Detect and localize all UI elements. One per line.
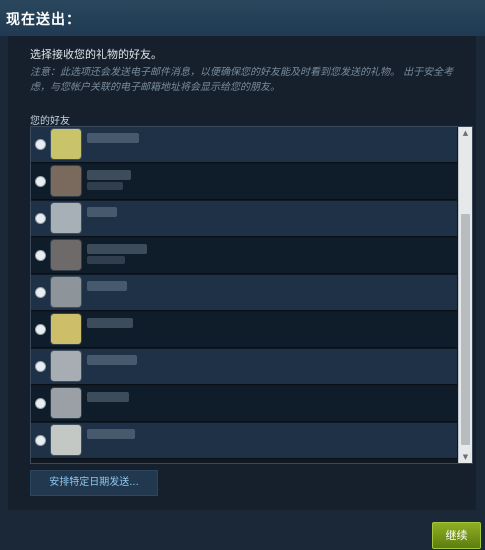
friend-row[interactable]: [31, 423, 457, 459]
friend-avatar: [51, 425, 81, 455]
friends-list-scrollbar[interactable]: ▲ ▼: [458, 127, 472, 463]
friend-radio-button[interactable]: [35, 139, 46, 150]
friend-row[interactable]: [31, 238, 457, 274]
friend-avatar: [51, 277, 81, 307]
scrollbar-thumb[interactable]: [461, 214, 470, 445]
friend-avatar: [51, 203, 81, 233]
scroll-down-arrow-icon[interactable]: ▼: [459, 451, 472, 463]
friend-status-obscured: [87, 182, 123, 190]
friend-name-obscured: [87, 244, 147, 254]
friend-name-obscured: [87, 170, 131, 180]
scroll-up-arrow-icon[interactable]: ▲: [459, 127, 472, 139]
friend-radio-button[interactable]: [35, 361, 46, 372]
friend-radio-button[interactable]: [35, 287, 46, 298]
friend-radio-button[interactable]: [35, 250, 46, 261]
friend-radio-button[interactable]: [35, 176, 46, 187]
friend-radio-button[interactable]: [35, 435, 46, 446]
friend-radio-button[interactable]: [35, 213, 46, 224]
instruction-title: 选择接收您的礼物的好友。: [30, 48, 162, 61]
schedule-date-button[interactable]: 安排特定日期发送...: [30, 470, 158, 496]
friend-avatar: [51, 388, 81, 418]
friend-row[interactable]: [31, 349, 457, 385]
friend-row[interactable]: [31, 275, 457, 311]
page-header: 现在送出：: [0, 0, 485, 36]
friend-row[interactable]: [31, 386, 457, 422]
friend-name-obscured: [87, 133, 139, 143]
friends-list[interactable]: ▲ ▼: [30, 126, 473, 464]
friend-status-obscured: [87, 256, 125, 264]
friend-name-obscured: [87, 355, 137, 365]
friend-avatar: [51, 166, 81, 196]
friend-row[interactable]: [31, 201, 457, 237]
continue-button[interactable]: 继续: [432, 522, 481, 549]
friend-name-obscured: [87, 281, 127, 291]
friend-avatar: [51, 129, 81, 159]
friend-row[interactable]: [31, 164, 457, 200]
page-title: 现在送出：: [6, 12, 81, 28]
instruction-note: 注意：此选项还会发送电子邮件消息，以便确保您的好友能及时看到您发送的礼物。 出于…: [30, 67, 454, 93]
friend-name-obscured: [87, 429, 135, 439]
friend-avatar: [51, 240, 81, 270]
friend-name-obscured: [87, 207, 117, 217]
friend-avatar: [51, 314, 81, 344]
friend-radio-button[interactable]: [35, 398, 46, 409]
friend-row[interactable]: [31, 312, 457, 348]
gift-recipient-panel: 选择接收您的礼物的好友。 注意：此选项还会发送电子邮件消息，以便确保您的好友能及…: [8, 36, 476, 510]
friend-radio-button[interactable]: [35, 324, 46, 335]
friend-name-obscured: [87, 392, 129, 402]
friends-list-label: 您的好友: [30, 116, 70, 127]
friend-name-obscured: [87, 318, 133, 328]
friend-avatar: [51, 351, 81, 381]
friend-row[interactable]: [31, 127, 457, 163]
